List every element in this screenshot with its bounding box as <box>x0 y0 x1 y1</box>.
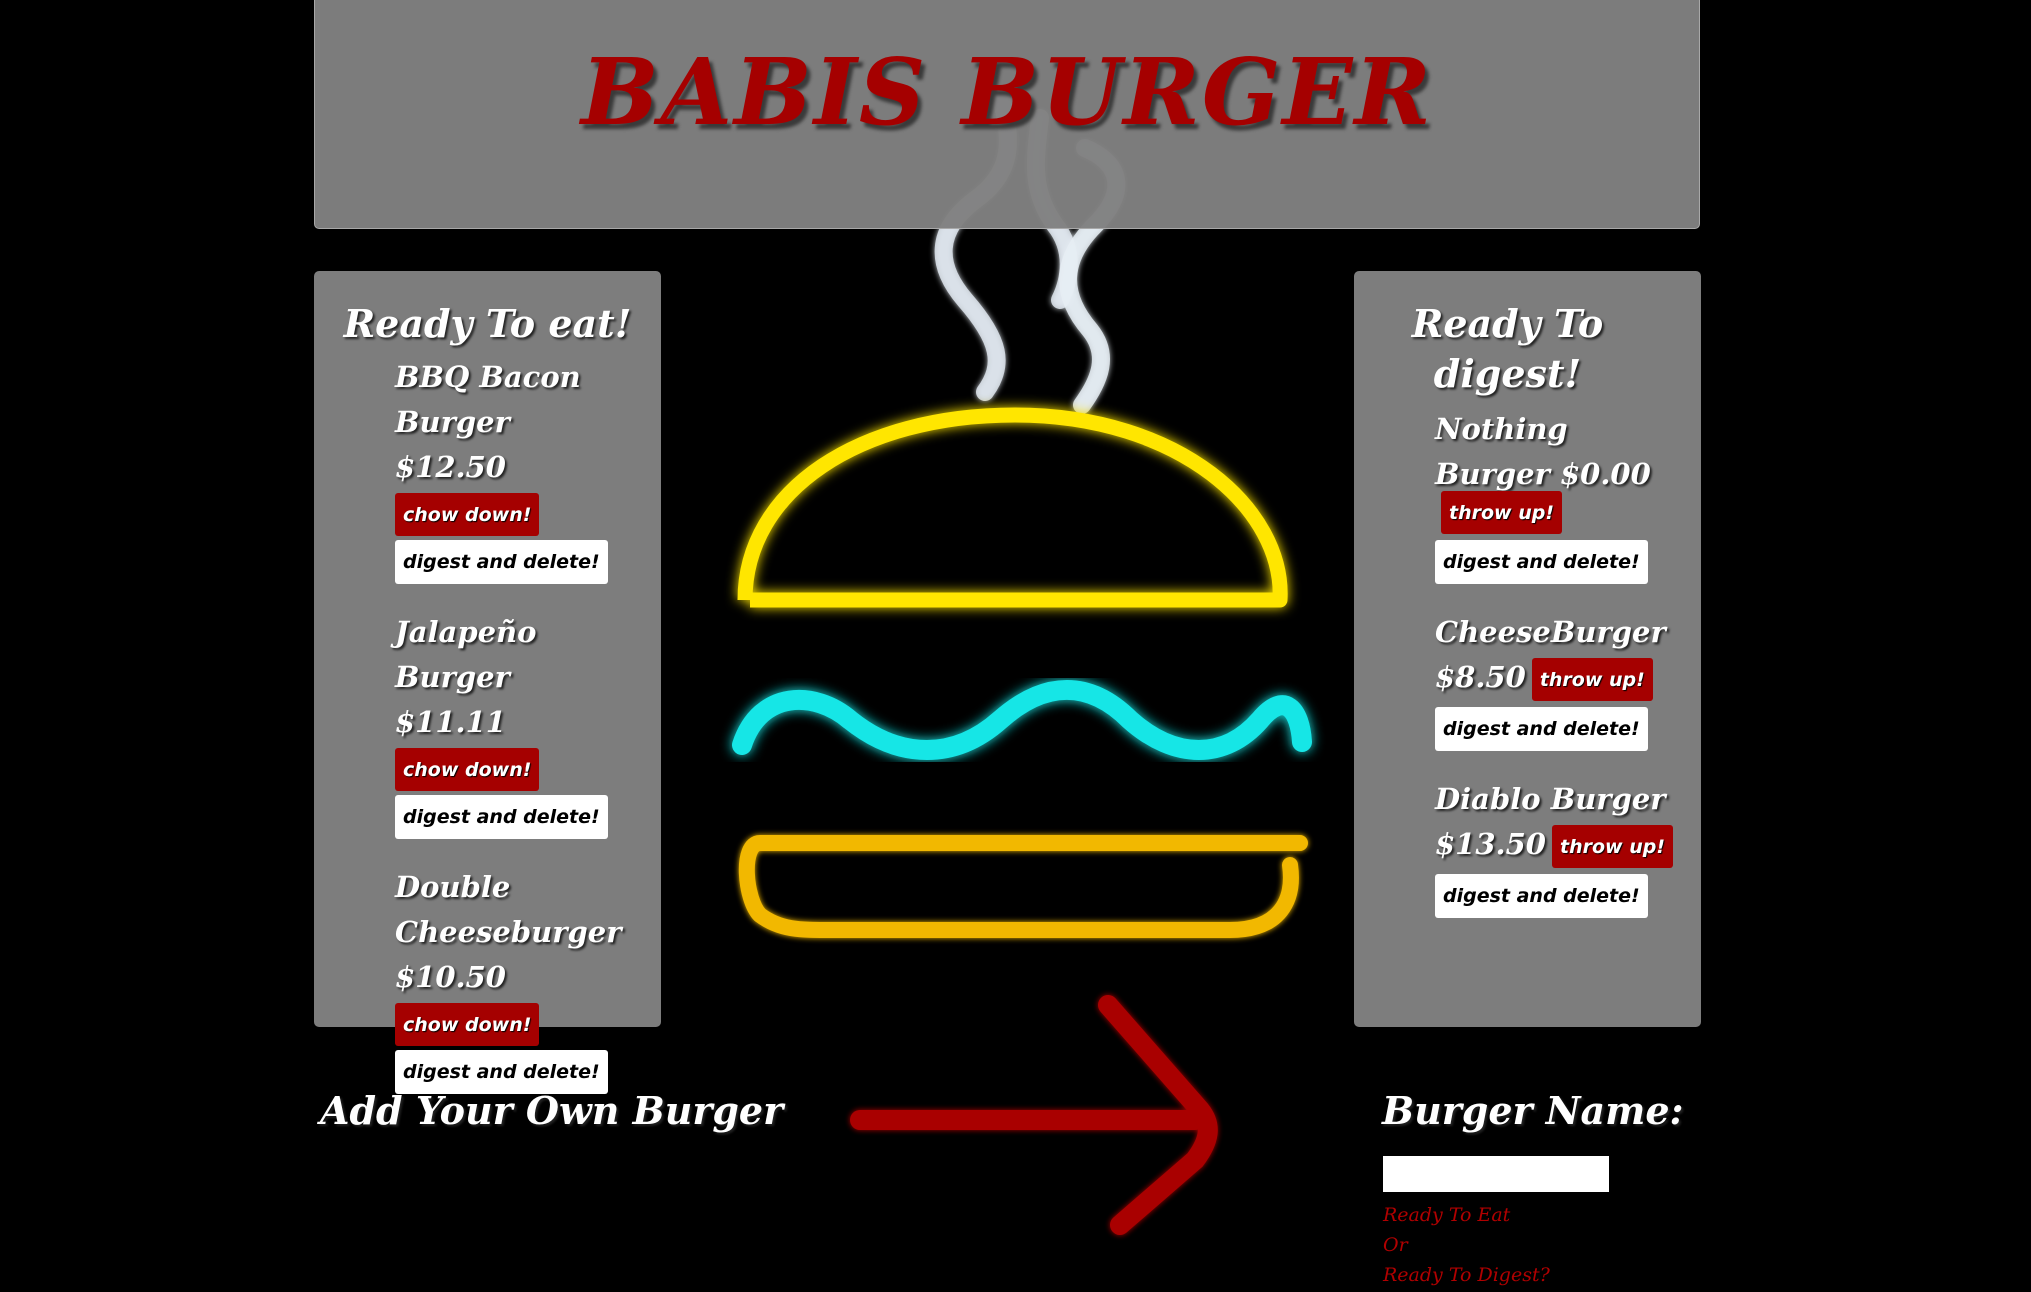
burger-name-input[interactable] <box>1383 1156 1609 1192</box>
chow-down-button[interactable]: chow down! <box>395 748 540 791</box>
ready-to-digest-list: Nothing Burger $0.00throw up! digest and… <box>1354 407 1701 918</box>
chow-down-button[interactable]: chow down! <box>395 1003 540 1046</box>
neon-arrow-icon <box>850 995 1218 1235</box>
or-label: Or <box>1383 1234 1408 1256</box>
ready-to-eat-panel: Ready To eat! BBQ Bacon Burger $12.50 ch… <box>314 271 661 1094</box>
list-item: Jalapeño Burger $11.11 chow down! digest… <box>395 610 621 839</box>
ready-to-digest-option[interactable]: Ready To Digest? <box>1383 1260 1550 1290</box>
ready-to-eat-heading: Ready To eat! <box>343 301 632 346</box>
digest-and-delete-button[interactable]: digest and delete! <box>395 795 608 839</box>
ready-to-eat-list: BBQ Bacon Burger $12.50 chow down! diges… <box>314 355 661 1094</box>
burger-name: Double Cheeseburger $10.50 <box>395 870 622 994</box>
burger-name-label: Burger Name: <box>1382 1088 1684 1133</box>
list-item: Diablo Burger $13.50 throw up! digest and… <box>1435 777 1681 918</box>
ready-to-digest-panel: Ready To digest! Nothing Burger $0.00thr… <box>1354 271 1701 1027</box>
add-burger-heading: Add Your Own Burger <box>320 1088 784 1133</box>
burger-name: Jalapeño Burger $11.11 <box>395 615 537 739</box>
throw-up-button[interactable]: throw up! <box>1441 491 1562 534</box>
throw-up-button[interactable]: throw up! <box>1552 825 1673 868</box>
burger-name: BBQ Bacon Burger $12.50 <box>395 360 581 484</box>
chow-down-button[interactable]: chow down! <box>395 493 540 536</box>
list-item: Nothing Burger $0.00throw up! digest and… <box>1435 407 1681 584</box>
digest-and-delete-button[interactable]: digest and delete! <box>1435 707 1648 751</box>
digest-and-delete-button[interactable]: digest and delete! <box>1435 874 1648 918</box>
list-item: CheeseBurger $8.50 throw up! digest and d… <box>1435 610 1681 751</box>
digest-and-delete-button[interactable]: digest and delete! <box>395 540 608 584</box>
digest-and-delete-button[interactable]: digest and delete! <box>1435 540 1648 584</box>
list-item: BBQ Bacon Burger $12.50 chow down! diges… <box>395 355 621 584</box>
page-title: BABIS BURGER <box>581 38 1433 146</box>
ready-to-digest-heading: Ready To digest! <box>1411 301 1604 396</box>
ready-to-eat-option[interactable]: Ready To Eat <box>1383 1200 1510 1230</box>
page: BABIS BURGER Ready To eat! BBQ Bacon Bur… <box>0 0 2031 1292</box>
throw-up-button[interactable]: throw up! <box>1531 658 1653 701</box>
burger-name: Nothing Burger $0.00 <box>1435 412 1651 491</box>
header: BABIS BURGER <box>314 0 1700 229</box>
list-item: Double Cheeseburger $10.50 chow down! di… <box>395 865 622 1094</box>
